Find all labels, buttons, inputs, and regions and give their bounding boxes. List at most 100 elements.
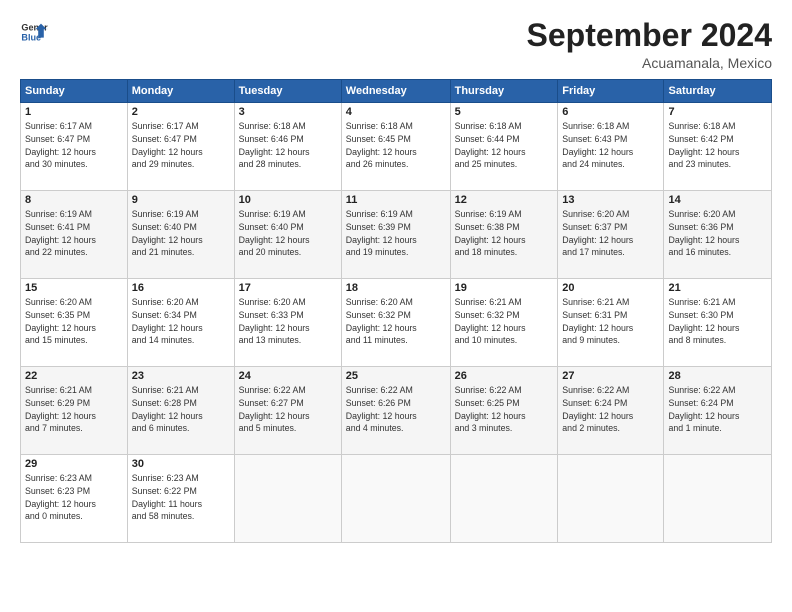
day-info: Sunrise: 6:22 AMSunset: 6:24 PMDaylight:… bbox=[562, 384, 659, 435]
day-number: 9 bbox=[132, 194, 230, 206]
day-number: 5 bbox=[455, 106, 554, 118]
day-info: Sunrise: 6:18 AMSunset: 6:42 PMDaylight:… bbox=[668, 120, 767, 171]
day-header-friday: Friday bbox=[558, 80, 664, 103]
calendar-cell: 25 Sunrise: 6:22 AMSunset: 6:26 PMDayligh… bbox=[341, 367, 450, 455]
calendar-cell: 5 Sunrise: 6:18 AMSunset: 6:44 PMDaylight… bbox=[450, 103, 558, 191]
day-info: Sunrise: 6:20 AMSunset: 6:32 PMDaylight:… bbox=[346, 296, 446, 347]
day-info: Sunrise: 6:18 AMSunset: 6:46 PMDaylight:… bbox=[239, 120, 337, 171]
day-info: Sunrise: 6:22 AMSunset: 6:27 PMDaylight:… bbox=[239, 384, 337, 435]
calendar-cell: 14 Sunrise: 6:20 AMSunset: 6:36 PMDayligh… bbox=[664, 191, 772, 279]
day-number: 28 bbox=[668, 370, 767, 382]
page-header: General Blue September 2024 Acuamanala, … bbox=[20, 18, 772, 71]
calendar-cell bbox=[664, 455, 772, 543]
day-number: 21 bbox=[668, 282, 767, 294]
calendar-cell: 1Sunrise: 6:17 AMSunset: 6:47 PMDaylight… bbox=[21, 103, 128, 191]
day-info: Sunrise: 6:21 AMSunset: 6:30 PMDaylight:… bbox=[668, 296, 767, 347]
day-number: 24 bbox=[239, 370, 337, 382]
calendar-cell: 23Sunrise: 6:21 AMSunset: 6:28 PMDayligh… bbox=[127, 367, 234, 455]
calendar-cell: 27 Sunrise: 6:22 AMSunset: 6:24 PMDayligh… bbox=[558, 367, 664, 455]
day-info: Sunrise: 6:20 AMSunset: 6:36 PMDaylight:… bbox=[668, 208, 767, 259]
day-number: 25 bbox=[346, 370, 446, 382]
logo-icon: General Blue bbox=[20, 18, 48, 46]
calendar-cell: 15 Sunrise: 6:20 AMSunset: 6:35 PMDayligh… bbox=[21, 279, 128, 367]
day-info: Sunrise: 6:19 AMSunset: 6:40 PMDaylight:… bbox=[239, 208, 337, 259]
day-number: 22 bbox=[25, 370, 123, 382]
calendar-cell: 3Sunrise: 6:18 AMSunset: 6:46 PMDaylight… bbox=[234, 103, 341, 191]
day-info: Sunrise: 6:23 AMSunset: 6:22 PMDaylight:… bbox=[132, 472, 230, 523]
day-number: 29 bbox=[25, 458, 123, 470]
day-info: Sunrise: 6:19 AMSunset: 6:41 PMDaylight:… bbox=[25, 208, 123, 259]
calendar-cell: 21 Sunrise: 6:21 AMSunset: 6:30 PMDayligh… bbox=[664, 279, 772, 367]
day-number: 6 bbox=[562, 106, 659, 118]
title-block: September 2024 Acuamanala, Mexico bbox=[527, 18, 772, 71]
day-info: Sunrise: 6:18 AMSunset: 6:45 PMDaylight:… bbox=[346, 120, 446, 171]
calendar-cell: 29 Sunrise: 6:23 AMSunset: 6:23 PMDayligh… bbox=[21, 455, 128, 543]
day-info: Sunrise: 6:22 AMSunset: 6:25 PMDaylight:… bbox=[455, 384, 554, 435]
day-info: Sunrise: 6:22 AMSunset: 6:24 PMDaylight:… bbox=[668, 384, 767, 435]
calendar-week-row: 1Sunrise: 6:17 AMSunset: 6:47 PMDaylight… bbox=[21, 103, 772, 191]
calendar-cell: 26 Sunrise: 6:22 AMSunset: 6:25 PMDayligh… bbox=[450, 367, 558, 455]
day-number: 26 bbox=[455, 370, 554, 382]
location: Acuamanala, Mexico bbox=[527, 55, 772, 71]
calendar-cell: 17 Sunrise: 6:20 AMSunset: 6:33 PMDayligh… bbox=[234, 279, 341, 367]
calendar-cell: 8 Sunrise: 6:19 AMSunset: 6:41 PMDaylight… bbox=[21, 191, 128, 279]
calendar-cell: 6Sunrise: 6:18 AMSunset: 6:43 PMDaylight… bbox=[558, 103, 664, 191]
calendar-page: General Blue September 2024 Acuamanala, … bbox=[0, 0, 792, 612]
day-number: 16 bbox=[132, 282, 230, 294]
calendar-cell: 30 Sunrise: 6:23 AMSunset: 6:22 PMDayligh… bbox=[127, 455, 234, 543]
day-number: 8 bbox=[25, 194, 123, 206]
day-number: 27 bbox=[562, 370, 659, 382]
day-info: Sunrise: 6:19 AMSunset: 6:39 PMDaylight:… bbox=[346, 208, 446, 259]
day-number: 14 bbox=[668, 194, 767, 206]
calendar-cell: 11 Sunrise: 6:19 AMSunset: 6:39 PMDayligh… bbox=[341, 191, 450, 279]
day-number: 1 bbox=[25, 106, 123, 118]
day-number: 11 bbox=[346, 194, 446, 206]
day-info: Sunrise: 6:19 AMSunset: 6:38 PMDaylight:… bbox=[455, 208, 554, 259]
calendar-cell: 13 Sunrise: 6:20 AMSunset: 6:37 PMDayligh… bbox=[558, 191, 664, 279]
day-number: 15 bbox=[25, 282, 123, 294]
day-header-saturday: Saturday bbox=[664, 80, 772, 103]
logo: General Blue bbox=[20, 18, 48, 46]
calendar-table: SundayMondayTuesdayWednesdayThursdayFrid… bbox=[20, 79, 772, 543]
day-number: 7 bbox=[668, 106, 767, 118]
calendar-cell: 22 Sunrise: 6:21 AMSunset: 6:29 PMDayligh… bbox=[21, 367, 128, 455]
day-number: 30 bbox=[132, 458, 230, 470]
month-title: September 2024 bbox=[527, 18, 772, 53]
day-number: 12 bbox=[455, 194, 554, 206]
calendar-cell bbox=[341, 455, 450, 543]
day-info: Sunrise: 6:22 AMSunset: 6:26 PMDaylight:… bbox=[346, 384, 446, 435]
day-header-wednesday: Wednesday bbox=[341, 80, 450, 103]
day-info: Sunrise: 6:20 AMSunset: 6:33 PMDaylight:… bbox=[239, 296, 337, 347]
day-header-monday: Monday bbox=[127, 80, 234, 103]
calendar-week-row: 8 Sunrise: 6:19 AMSunset: 6:41 PMDaylight… bbox=[21, 191, 772, 279]
day-info: Sunrise: 6:21 AMSunset: 6:29 PMDaylight:… bbox=[25, 384, 123, 435]
calendar-week-row: 29 Sunrise: 6:23 AMSunset: 6:23 PMDayligh… bbox=[21, 455, 772, 543]
svg-text:Blue: Blue bbox=[21, 32, 41, 42]
day-header-tuesday: Tuesday bbox=[234, 80, 341, 103]
day-number: 23 bbox=[132, 370, 230, 382]
calendar-week-row: 15 Sunrise: 6:20 AMSunset: 6:35 PMDayligh… bbox=[21, 279, 772, 367]
calendar-cell bbox=[234, 455, 341, 543]
calendar-body: 1Sunrise: 6:17 AMSunset: 6:47 PMDaylight… bbox=[21, 103, 772, 543]
calendar-week-row: 22 Sunrise: 6:21 AMSunset: 6:29 PMDayligh… bbox=[21, 367, 772, 455]
day-info: Sunrise: 6:18 AMSunset: 6:44 PMDaylight:… bbox=[455, 120, 554, 171]
day-header-sunday: Sunday bbox=[21, 80, 128, 103]
calendar-cell: 7 Sunrise: 6:18 AMSunset: 6:42 PMDaylight… bbox=[664, 103, 772, 191]
calendar-cell: 9Sunrise: 6:19 AMSunset: 6:40 PMDaylight… bbox=[127, 191, 234, 279]
day-number: 19 bbox=[455, 282, 554, 294]
calendar-cell bbox=[558, 455, 664, 543]
day-number: 4 bbox=[346, 106, 446, 118]
calendar-cell: 2Sunrise: 6:17 AMSunset: 6:47 PMDaylight… bbox=[127, 103, 234, 191]
day-number: 18 bbox=[346, 282, 446, 294]
calendar-cell: 4 Sunrise: 6:18 AMSunset: 6:45 PMDaylight… bbox=[341, 103, 450, 191]
day-info: Sunrise: 6:20 AMSunset: 6:35 PMDaylight:… bbox=[25, 296, 123, 347]
day-info: Sunrise: 6:21 AMSunset: 6:31 PMDaylight:… bbox=[562, 296, 659, 347]
day-number: 17 bbox=[239, 282, 337, 294]
day-info: Sunrise: 6:20 AMSunset: 6:37 PMDaylight:… bbox=[562, 208, 659, 259]
day-number: 20 bbox=[562, 282, 659, 294]
day-number: 13 bbox=[562, 194, 659, 206]
day-info: Sunrise: 6:23 AMSunset: 6:23 PMDaylight:… bbox=[25, 472, 123, 523]
calendar-cell: 18 Sunrise: 6:20 AMSunset: 6:32 PMDayligh… bbox=[341, 279, 450, 367]
day-info: Sunrise: 6:21 AMSunset: 6:32 PMDaylight:… bbox=[455, 296, 554, 347]
day-header-thursday: Thursday bbox=[450, 80, 558, 103]
